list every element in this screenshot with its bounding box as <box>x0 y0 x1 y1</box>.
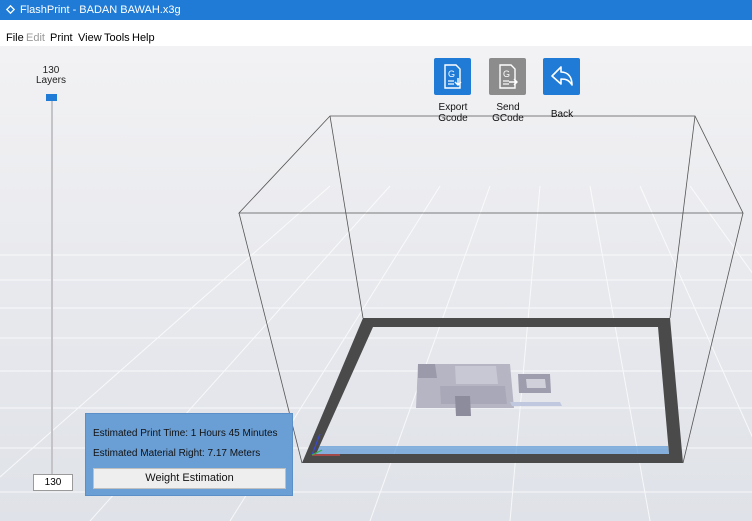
svg-text:G: G <box>448 69 455 79</box>
back-arrow-icon <box>551 66 573 86</box>
window-title: FlashPrint - BADAN BAWAH.x3g <box>20 4 181 16</box>
layer-slider-handle[interactable] <box>46 94 57 101</box>
3d-viewport[interactable]: 130 Layers 130 G G Export Gcode Send GCo… <box>0 46 752 521</box>
send-gcode-label: Send GCode <box>492 102 524 124</box>
export-gcode-label: Export Gcode <box>438 102 468 124</box>
export-gcode-button[interactable]: G <box>434 58 471 95</box>
estimated-material: Estimated Material Right: 7.17 Meters <box>93 448 261 459</box>
print-estimate-panel: Estimated Print Time: 1 Hours 45 Minutes… <box>85 413 293 496</box>
estimated-print-time: Estimated Print Time: 1 Hours 45 Minutes <box>93 428 278 439</box>
menu-bar: File Edit Print View Tools Help <box>0 20 752 46</box>
title-bar: FlashPrint - BADAN BAWAH.x3g <box>0 0 752 20</box>
current-layer-field[interactable]: 130 <box>33 474 73 491</box>
send-gcode-button[interactable]: G <box>489 58 526 95</box>
weight-estimation-button[interactable]: Weight Estimation <box>93 468 286 489</box>
export-gcode-icon: G <box>444 64 462 89</box>
flashprint-logo-icon <box>5 4 16 15</box>
layers-label: Layers <box>35 75 66 86</box>
svg-text:G: G <box>503 69 510 79</box>
layer-slider-track[interactable] <box>51 101 53 491</box>
back-button[interactable] <box>543 58 580 95</box>
send-gcode-icon: G <box>499 64 518 89</box>
back-label: Back <box>550 109 574 120</box>
